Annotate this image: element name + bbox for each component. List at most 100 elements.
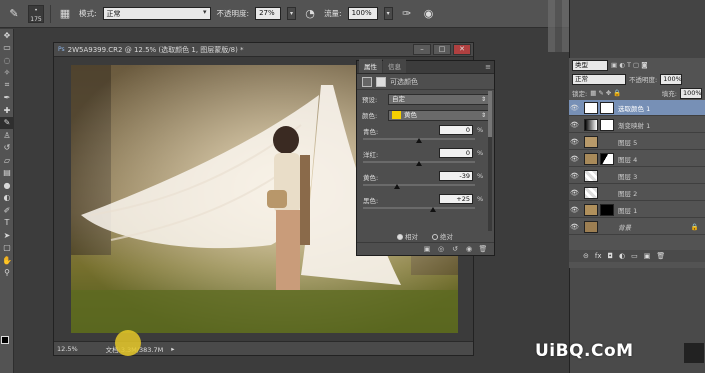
opacity-dropdown-icon[interactable]: ▾ (287, 7, 297, 20)
layer-row[interactable]: 👁 图层 2 (569, 185, 705, 201)
slider-thumb[interactable] (430, 207, 436, 212)
brush-panel-icon[interactable]: ▦ (57, 6, 73, 22)
marquee-tool-icon[interactable]: ▭ (0, 42, 14, 55)
eyedropper-tool-icon[interactable]: ✒ (0, 92, 14, 105)
crop-tool-icon[interactable]: ⌗ (0, 79, 14, 92)
flow-dropdown-icon[interactable]: ▾ (383, 7, 393, 20)
slider-value-field[interactable]: -39 (439, 171, 473, 181)
pressure-opacity-icon[interactable]: ◔ (302, 6, 318, 22)
layer-thumb (584, 169, 598, 182)
properties-tabs: 属性 信息 (357, 59, 494, 74)
mode-select[interactable]: 正常 (102, 7, 211, 20)
slider-track[interactable] (363, 207, 475, 209)
trash-icon[interactable]: 🗑 (478, 245, 488, 254)
slider-thumb[interactable] (416, 161, 422, 166)
move-tool-icon[interactable]: ✥ (0, 29, 14, 42)
airbrush-icon[interactable]: ✑ (399, 6, 415, 22)
slider-thumb[interactable] (416, 138, 422, 143)
layer-row[interactable]: 👁 图层 3 (569, 168, 705, 184)
delete-layer-icon[interactable]: 🗑 (656, 252, 665, 260)
eye-icon[interactable]: 👁 (569, 223, 580, 231)
slider-value-field[interactable]: 0 (439, 148, 473, 158)
new-adjustment-icon[interactable]: ◐ (619, 252, 625, 260)
filter-icons[interactable]: ▣ ◐ T ▢ ◙ (611, 61, 648, 69)
eye-icon[interactable]: 👁 (569, 189, 580, 197)
brush-tool-icon[interactable]: ✎ (6, 6, 22, 22)
radio-absolute[interactable]: 绝对 (432, 231, 453, 241)
dodge-tool-icon[interactable]: ◐ (0, 192, 14, 205)
properties-footer: ▣ ◎ ↺ ◉ 🗑 (357, 242, 494, 255)
opacity-field[interactable]: 27% (255, 7, 282, 20)
mask-icon[interactable] (376, 76, 386, 87)
adjustment-layer-thumb (584, 101, 598, 114)
layer-opacity-field[interactable]: 100% (660, 73, 683, 85)
eye-icon[interactable]: 👁 (569, 172, 580, 180)
layer-row[interactable]: 👁 图层 1 (569, 202, 705, 218)
view-previous-icon[interactable]: ◎ (436, 245, 446, 254)
lock-icons[interactable]: ▦ ✎ ✥ 🔒 (590, 89, 621, 97)
radio-relative[interactable]: 相对 (397, 231, 418, 241)
blur-tool-icon[interactable]: ● (0, 179, 14, 192)
foreground-color-swatch[interactable] (1, 336, 9, 344)
layer-row[interactable]: 👁 图层 4 (569, 151, 705, 167)
minimize-button[interactable]: – (413, 44, 431, 55)
eye-icon[interactable]: 👁 (569, 155, 580, 163)
clip-to-layer-icon[interactable]: ▣ (422, 245, 432, 254)
history-brush-tool-icon[interactable]: ↺ (0, 142, 14, 155)
close-button[interactable]: ✕ (453, 44, 471, 55)
slider-track[interactable] (363, 184, 475, 186)
lasso-tool-icon[interactable]: ◌ (0, 54, 14, 67)
method-radios: 相对 绝对 (397, 231, 453, 241)
layer-row[interactable]: 👁 图层 5 (569, 134, 705, 150)
flow-field[interactable]: 100% (347, 7, 378, 20)
slider-value-field[interactable]: +25 (439, 194, 473, 204)
add-mask-icon[interactable]: ◘ (607, 252, 613, 260)
panel-scrollbar[interactable] (488, 91, 492, 231)
preset-select[interactable]: 自定 (388, 93, 489, 105)
tab-info[interactable]: 信息 (383, 59, 406, 73)
layer-row[interactable]: 👁 背景 🔒 (569, 219, 705, 235)
layer-row[interactable]: 👁 选取颜色 1 (569, 100, 705, 116)
layer-row[interactable]: 👁 渐变映射 1 (569, 117, 705, 133)
brush-size-picker[interactable]: • 175 (28, 4, 44, 23)
fx-icon[interactable]: fx (595, 252, 602, 260)
pen-tool-icon[interactable]: ✐ (0, 204, 14, 217)
visibility-icon[interactable]: ◉ (464, 245, 474, 254)
clone-stamp-tool-icon[interactable]: ♙ (0, 129, 14, 142)
adjustment-icon[interactable] (362, 76, 372, 87)
shape-tool-icon[interactable]: ▢ (0, 242, 14, 255)
eye-icon[interactable]: 👁 (569, 138, 580, 146)
maximize-button[interactable]: □ (433, 44, 451, 55)
eye-icon[interactable]: 👁 (569, 121, 580, 129)
slider-thumb[interactable] (394, 184, 401, 189)
reset-icon[interactable]: ↺ (450, 245, 460, 254)
pressure-size-icon[interactable]: ◉ (421, 6, 437, 22)
eye-icon[interactable]: 👁 (569, 104, 580, 112)
quick-select-tool-icon[interactable]: ✧ (0, 67, 14, 80)
eraser-tool-icon[interactable]: ▱ (0, 154, 14, 167)
zoom-tool-icon[interactable]: ⚲ (0, 267, 14, 280)
eye-icon[interactable]: 👁 (569, 206, 580, 214)
path-select-tool-icon[interactable]: ➤ (0, 229, 14, 242)
status-menu-icon[interactable]: ▸ (171, 345, 174, 353)
brush-tool-icon[interactable]: ✎ (0, 116, 14, 129)
type-tool-icon[interactable]: T (0, 217, 14, 230)
panel-menu-icon[interactable]: ≡ (485, 63, 491, 71)
gradient-tool-icon[interactable]: ▤ (0, 167, 14, 180)
link-layers-icon[interactable]: ⊝ (583, 252, 589, 260)
fill-field[interactable]: 100% (680, 87, 702, 99)
hand-tool-icon[interactable]: ✋ (0, 254, 14, 267)
new-group-icon[interactable]: ▭ (631, 252, 638, 260)
document-title-bar[interactable]: Ps 2W5A9399.CR2 @ 12.5% (选取颜色 1, 图层蒙版/8)… (54, 43, 473, 57)
tab-properties[interactable]: 属性 (359, 59, 382, 73)
zoom-level[interactable]: 12.5% (57, 345, 78, 353)
slider-unit: % (477, 149, 484, 157)
slider-value-field[interactable]: 0 (439, 125, 473, 135)
blend-mode-select[interactable]: 正常 (572, 73, 626, 85)
new-layer-icon[interactable]: ▣ (644, 252, 651, 260)
healing-tool-icon[interactable]: ✚ (0, 104, 14, 117)
brush-dot-icon: • (34, 6, 38, 14)
tools-panel: ✥ ▭ ◌ ✧ ⌗ ✒ ✚ ✎ ♙ ↺ ▱ ▤ ● ◐ ✐ T ➤ ▢ ✋ ⚲ (0, 29, 14, 373)
colors-select[interactable]: 黄色 (388, 109, 489, 121)
layer-kind-select[interactable]: 类型 (572, 59, 608, 71)
